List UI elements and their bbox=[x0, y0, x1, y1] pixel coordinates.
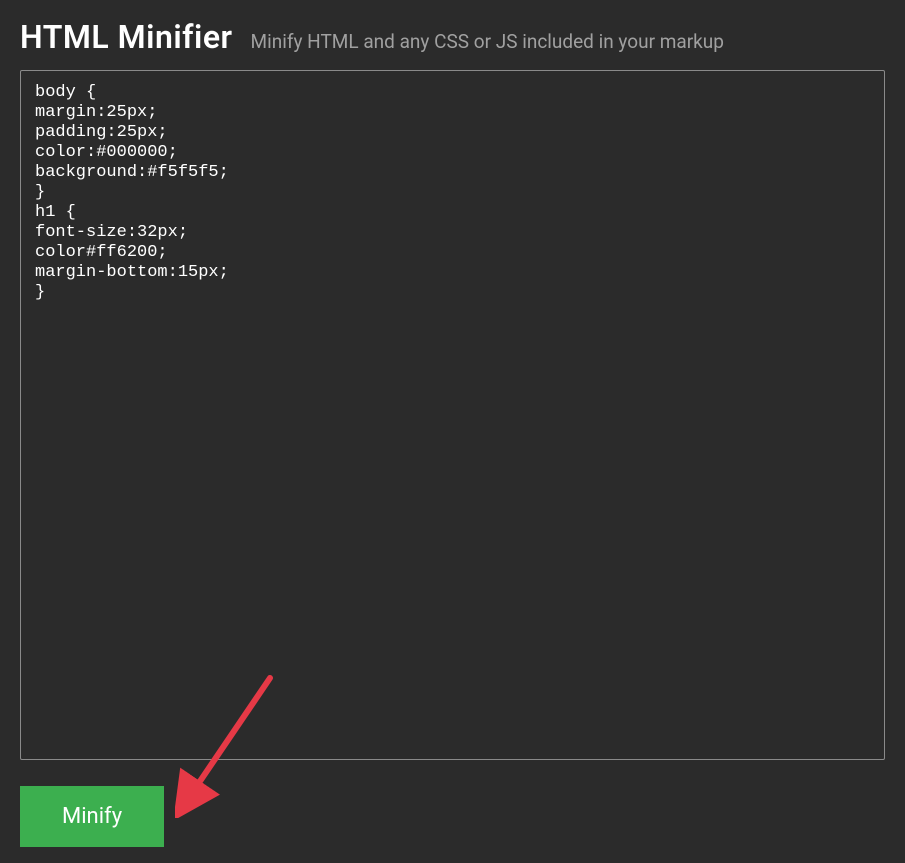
editor-container bbox=[20, 70, 885, 764]
page-title: HTML Minifier bbox=[20, 18, 233, 56]
code-input[interactable] bbox=[20, 70, 885, 760]
header: HTML Minifier Minify HTML and any CSS or… bbox=[0, 0, 905, 70]
page-subtitle: Minify HTML and any CSS or JS included i… bbox=[251, 30, 724, 53]
minify-button[interactable]: Minify bbox=[20, 786, 164, 847]
